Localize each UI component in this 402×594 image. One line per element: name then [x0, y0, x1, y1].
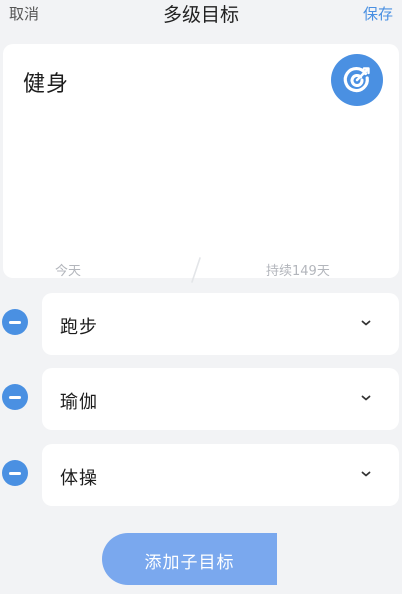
top-bar: 取消 多级目标 保存	[0, 0, 402, 28]
chevron-down-icon	[361, 320, 371, 326]
goal-title[interactable]: 健身	[23, 66, 69, 98]
sub-goal-card[interactable]: 瑜伽	[42, 368, 399, 430]
minus-icon	[9, 395, 21, 399]
start-date-label[interactable]: 今天	[55, 260, 81, 279]
goal-card: 健身 今天 持续149天	[3, 44, 399, 283]
sub-goal-label: 瑜伽	[60, 392, 98, 413]
remove-sub-goal-button[interactable]	[2, 309, 28, 335]
chevron-down-icon	[361, 395, 371, 401]
chevron-down-icon	[361, 471, 371, 477]
sub-goal-card[interactable]: 跑步	[42, 293, 399, 355]
minus-icon	[9, 320, 21, 324]
sub-goal-row: 跑步	[0, 293, 402, 355]
divider-slash	[191, 257, 201, 283]
page-title: 多级目标	[162, 4, 239, 26]
sub-goal-card[interactable]: 体操	[42, 444, 399, 506]
add-sub-goal-label: 添加子目标	[144, 553, 235, 573]
target-icon-glyph	[343, 66, 370, 93]
sub-goal-label: 跑步	[60, 317, 98, 338]
target-icon[interactable]	[331, 54, 383, 106]
save-button[interactable]: 保存	[363, 3, 393, 24]
sub-goal-label: 体操	[60, 468, 98, 489]
sub-goal-row: 瑜伽	[0, 368, 402, 430]
minus-icon	[9, 471, 21, 475]
remove-sub-goal-button[interactable]	[2, 460, 28, 486]
sub-goal-row: 体操	[0, 444, 402, 506]
remove-sub-goal-button[interactable]	[2, 384, 28, 410]
add-sub-goal-button[interactable]: 添加子目标	[102, 533, 277, 585]
duration-label[interactable]: 持续149天	[266, 260, 330, 279]
